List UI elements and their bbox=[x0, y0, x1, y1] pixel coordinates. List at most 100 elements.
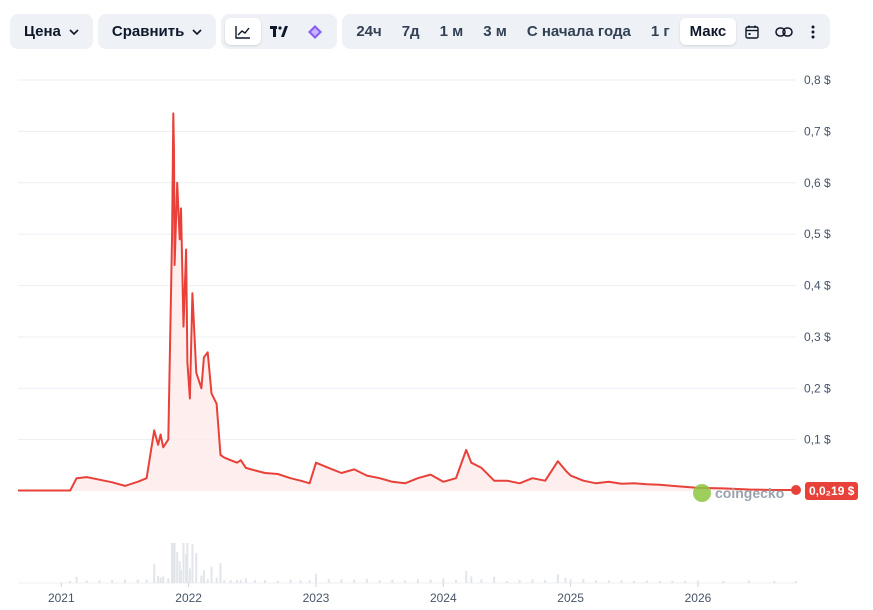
chart-gridlines bbox=[18, 79, 796, 584]
compare-dropdown[interactable]: Сравнить bbox=[97, 14, 217, 49]
volume-bar bbox=[531, 579, 534, 583]
volume-bar bbox=[671, 580, 674, 583]
chart-type-group bbox=[221, 14, 338, 49]
volume-bar bbox=[391, 579, 394, 583]
range-1y-button[interactable]: 1 г bbox=[641, 18, 680, 45]
line-chart-icon bbox=[235, 25, 251, 39]
volume-bar bbox=[353, 579, 356, 583]
more-options-button[interactable] bbox=[800, 18, 826, 45]
calendar-button[interactable] bbox=[736, 18, 768, 45]
volume-bar bbox=[145, 579, 148, 583]
volume-bar bbox=[276, 580, 279, 583]
compare-dropdown-label: Сравнить bbox=[111, 23, 185, 40]
y-tick-label: 0,7 $ bbox=[804, 124, 831, 138]
volume-bar bbox=[470, 576, 473, 583]
y-tick-label: 0,1 $ bbox=[804, 433, 831, 447]
price-area-fill bbox=[18, 113, 796, 492]
more-vertical-icon bbox=[811, 25, 815, 38]
volume-bar bbox=[206, 579, 209, 583]
volume-bar bbox=[195, 553, 198, 583]
link-icon bbox=[775, 26, 794, 37]
volume-bar bbox=[620, 580, 623, 583]
x-tick-label: 2026 bbox=[685, 591, 712, 605]
volume-bar bbox=[327, 579, 330, 583]
volume-bar bbox=[442, 578, 445, 583]
y-tick-label: 0,2 $ bbox=[804, 381, 831, 395]
x-tick-label: 2025 bbox=[557, 591, 584, 605]
volume-bar bbox=[202, 570, 205, 583]
volume-bar bbox=[378, 580, 381, 583]
volume-bar bbox=[595, 580, 598, 583]
volume-bar bbox=[191, 544, 194, 583]
volume-bar bbox=[200, 575, 203, 583]
volume-bar bbox=[123, 579, 126, 583]
diamond-icon bbox=[308, 24, 323, 39]
range-3m-button[interactable]: 3 м bbox=[473, 18, 517, 45]
volume-bar bbox=[795, 580, 797, 583]
y-tick-label: 0,4 $ bbox=[804, 279, 831, 293]
y-axis-labels: 0,1 $ 0,2 $ 0,3 $ 0,4 $ 0,5 $ 0,6 $ 0,7 $ 0,8 $ bbox=[804, 73, 831, 447]
price-dropdown[interactable]: Цена bbox=[10, 14, 93, 49]
share-link-button[interactable] bbox=[768, 18, 800, 45]
chart-toolbar: Цена Сравнить 24ч 7д 1 м 3 м С начала го… bbox=[10, 14, 831, 49]
volume-bar bbox=[167, 578, 170, 583]
volume-bar bbox=[429, 579, 432, 583]
volume-bar bbox=[365, 578, 368, 583]
time-range-group: 24ч 7д 1 м 3 м С начала года 1 г Макс bbox=[342, 14, 831, 49]
volume-bar bbox=[455, 579, 458, 583]
coingecko-watermark: coingecko bbox=[693, 484, 784, 502]
volume-bar bbox=[253, 580, 256, 583]
volume-bar bbox=[159, 577, 162, 583]
volume-bar bbox=[179, 570, 182, 583]
volume-bar bbox=[480, 579, 483, 583]
watermark-text: coingecko bbox=[715, 485, 785, 501]
volume-bar bbox=[722, 580, 725, 583]
geckoterminal-button[interactable] bbox=[297, 18, 333, 45]
range-max-button[interactable]: Макс bbox=[679, 18, 737, 45]
price-chart[interactable]: 0,1 $ 0,2 $ 0,3 $ 0,4 $ 0,5 $ 0,6 $ 0,7 $ 0,8 $… bbox=[0, 60, 873, 610]
volume-bar bbox=[299, 580, 302, 583]
line-chart-button[interactable] bbox=[225, 18, 262, 45]
tradingview-icon bbox=[270, 25, 289, 37]
volume-bar bbox=[264, 580, 267, 583]
volume-bar bbox=[308, 580, 311, 583]
volume-bar bbox=[162, 576, 165, 583]
price-line bbox=[18, 112, 796, 492]
current-price-badge: 0,0₂19 $ bbox=[805, 482, 859, 500]
volume-bar bbox=[215, 577, 218, 583]
volume-bar bbox=[684, 580, 687, 583]
volume-bar bbox=[493, 576, 496, 583]
volume-bars bbox=[69, 543, 797, 583]
range-1m-button[interactable]: 1 м bbox=[430, 18, 474, 45]
chevron-down-icon bbox=[69, 28, 79, 35]
range-24h-button[interactable]: 24ч bbox=[346, 18, 391, 45]
volume-bar bbox=[633, 580, 636, 583]
volume-bar bbox=[556, 574, 559, 583]
volume-bar bbox=[658, 580, 661, 583]
tradingview-button[interactable] bbox=[261, 18, 297, 45]
volume-bar bbox=[239, 580, 242, 583]
volume-bar bbox=[236, 580, 239, 583]
volume-bar bbox=[186, 543, 189, 583]
volume-bar bbox=[564, 577, 567, 583]
y-tick-label: 0,5 $ bbox=[804, 227, 831, 241]
volume-bar bbox=[98, 580, 101, 583]
volume-bar bbox=[219, 563, 222, 583]
x-tick-label: 2024 bbox=[430, 591, 457, 605]
current-price-dot bbox=[791, 485, 801, 496]
coingecko-logo-icon bbox=[693, 484, 711, 502]
volume-bar bbox=[69, 581, 72, 583]
volume-bar bbox=[646, 580, 649, 583]
volume-bar bbox=[773, 580, 776, 583]
x-tick-label: 2022 bbox=[175, 591, 202, 605]
volume-bar bbox=[210, 566, 213, 583]
range-7d-button[interactable]: 7д bbox=[392, 18, 430, 45]
volume-bar bbox=[340, 579, 343, 583]
volume-bar bbox=[173, 543, 176, 583]
x-tick-label: 2023 bbox=[303, 591, 330, 605]
y-tick-label: 0,3 $ bbox=[804, 330, 831, 344]
volume-bar bbox=[223, 580, 226, 583]
x-axis-labels: 2021 2022 2023 2024 2025 2026 bbox=[48, 583, 712, 605]
range-ytd-button[interactable]: С начала года bbox=[517, 18, 641, 45]
volume-bar bbox=[314, 573, 317, 583]
